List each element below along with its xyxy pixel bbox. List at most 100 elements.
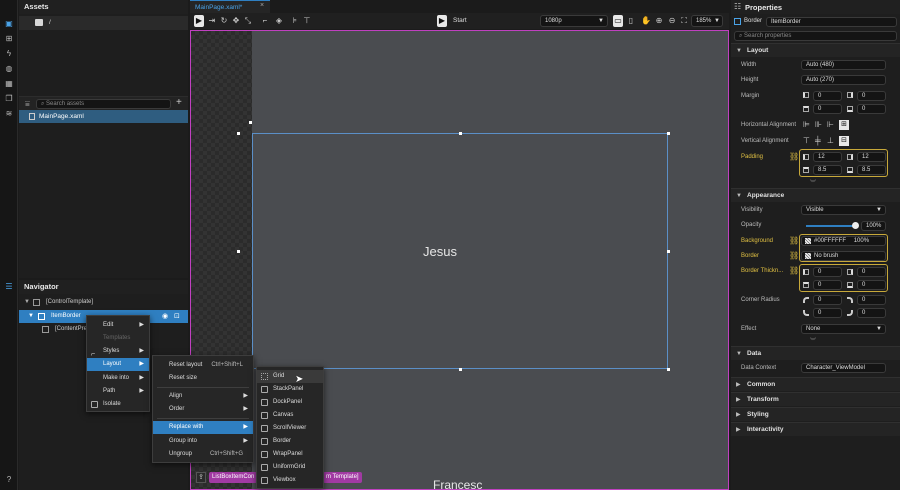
- menu-item-align[interactable]: Align ▶: [153, 390, 253, 403]
- zoom-in-icon[interactable]: ⊕: [654, 15, 664, 27]
- filter-icon[interactable]: ⩸: [25, 99, 30, 109]
- opacity-slider-thumb[interactable]: [852, 222, 859, 229]
- menu-item-layout[interactable]: Layout ▶: [87, 358, 149, 371]
- brush-tool-icon[interactable]: ⌐: [260, 15, 270, 27]
- section-appearance[interactable]: ▼ Appearance: [731, 188, 900, 202]
- menu-item-border[interactable]: Border: [257, 435, 323, 448]
- section-styling[interactable]: ▶ Styling: [731, 407, 900, 421]
- menu-item-isolate[interactable]: Isolate: [87, 398, 149, 411]
- menu-item-replace-with[interactable]: Replace with ▶: [153, 421, 253, 434]
- link-icon[interactable]: ⛓: [789, 266, 799, 275]
- valign-stretch-icon[interactable]: ⊟: [839, 136, 849, 146]
- valign-bottom-icon[interactable]: ⊥: [827, 136, 834, 145]
- menu-item-reset-layout[interactable]: Reset layout Ctrl+Shift+L: [153, 359, 253, 372]
- data-context-input[interactable]: Character_ViewModel: [801, 363, 886, 373]
- film-icon[interactable]: ▦: [4, 79, 14, 89]
- valign-center-icon[interactable]: ╪: [815, 136, 821, 145]
- align-center-icon[interactable]: ⊪: [815, 120, 822, 129]
- close-icon[interactable]: ×: [260, 2, 264, 9]
- section-data[interactable]: ▼ Data: [731, 346, 900, 360]
- expand-icon[interactable]: ▼: [28, 313, 34, 319]
- zoom-out-icon[interactable]: ⊖: [667, 15, 677, 27]
- lightning-icon[interactable]: ϟ: [4, 49, 14, 59]
- selection-handle[interactable]: [667, 368, 670, 371]
- padding-left-input[interactable]: 12: [813, 152, 842, 162]
- menu-item-templates[interactable]: Templates: [87, 332, 149, 345]
- border-thickness-right-input[interactable]: 0: [857, 267, 886, 277]
- align-top-icon[interactable]: ⊤: [302, 15, 312, 27]
- selection-handle[interactable]: [459, 368, 462, 371]
- assets-folder-row[interactable]: /: [19, 16, 188, 30]
- align-left-icon[interactable]: ⊧: [290, 15, 300, 27]
- move-tool-icon[interactable]: ✥: [231, 15, 241, 27]
- menu-item-path[interactable]: Path ▶: [87, 385, 149, 398]
- menu-item-scrollviewer[interactable]: ScrollViewer: [257, 422, 323, 435]
- section-transform[interactable]: ▶ Transform: [731, 392, 900, 406]
- pages-icon[interactable]: ❐: [4, 94, 14, 104]
- align-left-icon[interactable]: ⊫: [803, 120, 810, 129]
- menu-item-edit[interactable]: Edit ▶: [87, 319, 149, 332]
- border-thickness-top-input[interactable]: 0: [813, 280, 842, 290]
- hand-icon[interactable]: ✋: [641, 15, 651, 27]
- border-thickness-bottom-input[interactable]: 0: [857, 280, 886, 290]
- margin-top-input[interactable]: 0: [813, 104, 842, 114]
- section-interactivity[interactable]: ▶ Interactivity: [731, 422, 900, 436]
- menu-item-group-into[interactable]: Group into ▶: [153, 435, 253, 448]
- add-asset-icon[interactable]: +: [176, 97, 182, 108]
- asset-file-row[interactable]: MainPage.xaml: [19, 110, 188, 123]
- pan-tool-icon[interactable]: ⇥: [207, 15, 217, 27]
- selection-handle[interactable]: [459, 132, 462, 135]
- navigator-icon[interactable]: ☰: [4, 282, 14, 292]
- portrait-icon[interactable]: ▯: [626, 15, 636, 27]
- navigator-row[interactable]: ▼ [ControlTemplate]: [19, 297, 188, 309]
- expand-more-icon[interactable]: ︾: [810, 178, 816, 187]
- padding-right-input[interactable]: 12: [857, 152, 886, 162]
- breadcrumb[interactable]: ListBoxItemCon: [209, 472, 258, 483]
- corner-radius-tr-input[interactable]: 0: [857, 295, 886, 305]
- zoom-select[interactable]: 185% ▼: [691, 15, 723, 27]
- opacity-input[interactable]: 100%: [861, 221, 886, 231]
- menu-item-canvas[interactable]: Canvas: [257, 409, 323, 422]
- select-tool-icon[interactable]: ▶: [194, 15, 204, 27]
- menu-item-grid[interactable]: Grid: [257, 370, 323, 383]
- breadcrumb[interactable]: m Template]: [323, 472, 362, 483]
- help-icon[interactable]: ?: [4, 475, 14, 485]
- assets-search-input[interactable]: ⌕ Search assets: [36, 99, 171, 109]
- properties-search-input[interactable]: ⌕ Search properties: [734, 31, 897, 41]
- height-input[interactable]: Auto (270): [801, 75, 886, 85]
- resize-tool-icon[interactable]: ⤡: [243, 15, 253, 27]
- background-input[interactable]: #00FFFFFF 100%: [801, 236, 886, 246]
- margin-bottom-input[interactable]: 0: [857, 104, 886, 114]
- expand-icon[interactable]: ▼: [24, 299, 30, 305]
- toolbox-icon[interactable]: ⊞: [4, 34, 14, 44]
- menu-item-uniformgrid[interactable]: UniformGrid: [257, 461, 323, 474]
- corner-radius-bl-input[interactable]: 0: [813, 308, 842, 318]
- expand-more-icon[interactable]: ︾: [810, 336, 816, 345]
- menu-item-stackpanel[interactable]: StackPanel: [257, 383, 323, 396]
- tab-mainpage[interactable]: MainPage.xaml* ×: [190, 0, 270, 13]
- menu-item-wrappanel[interactable]: WrapPanel: [257, 448, 323, 461]
- selection-handle[interactable]: [667, 250, 670, 253]
- effect-select[interactable]: None ▼: [801, 324, 886, 334]
- fit-icon[interactable]: ⛶: [679, 15, 689, 27]
- margin-left-input[interactable]: 0: [813, 91, 842, 101]
- eyedropper-icon[interactable]: ◈: [274, 15, 284, 27]
- section-layout[interactable]: ▼ Layout: [731, 43, 900, 57]
- valign-top-icon[interactable]: ⊤: [803, 136, 810, 145]
- padding-top-input[interactable]: 8.5: [813, 165, 842, 175]
- align-stretch-icon[interactable]: ⊞: [839, 120, 849, 130]
- opacity-slider-track[interactable]: [806, 225, 856, 227]
- breadcrumb-up-icon[interactable]: ⇪: [196, 472, 206, 483]
- selection-handle[interactable]: [237, 132, 240, 135]
- menu-item-dockpanel[interactable]: DockPanel: [257, 396, 323, 409]
- selected-item-border[interactable]: [252, 133, 668, 369]
- link-icon[interactable]: ⛓: [789, 236, 799, 245]
- menu-item-reset-size[interactable]: Reset size: [153, 372, 253, 385]
- menu-item-styles[interactable]: ⌐ Styles ▶: [87, 345, 149, 358]
- selection-handle[interactable]: [237, 250, 240, 253]
- section-common[interactable]: ▶ Common: [731, 377, 900, 391]
- corner-radius-br-input[interactable]: 0: [857, 308, 886, 318]
- margin-right-input[interactable]: 0: [857, 91, 886, 101]
- selection-handle[interactable]: [667, 132, 670, 135]
- link-icon[interactable]: ⛓: [789, 251, 799, 260]
